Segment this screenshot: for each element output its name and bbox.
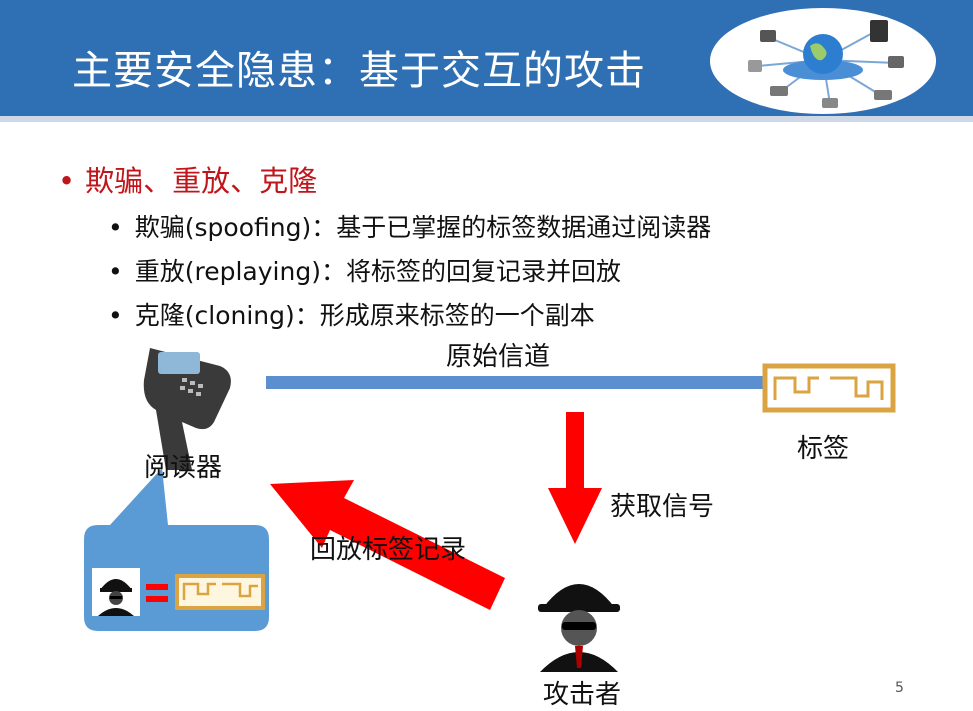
acquire-arrow <box>548 412 602 544</box>
channel-line <box>266 376 764 389</box>
channel-label: 原始信道 <box>446 342 551 372</box>
equals-sign <box>146 584 168 590</box>
clone-callout <box>84 468 269 631</box>
rfid-tag-icon <box>762 363 896 413</box>
replay-label: 回放标签记录 <box>310 535 467 565</box>
tag-label: 标签 <box>797 434 850 464</box>
reader-label: 阅读器 <box>144 453 223 483</box>
page-number: 5 <box>895 680 904 696</box>
attacker-label: 攻击者 <box>543 680 622 710</box>
cloned-tag-icon <box>175 574 265 610</box>
acquire-signal-label: 获取信号 <box>610 492 715 522</box>
attacker-icon <box>538 584 620 672</box>
